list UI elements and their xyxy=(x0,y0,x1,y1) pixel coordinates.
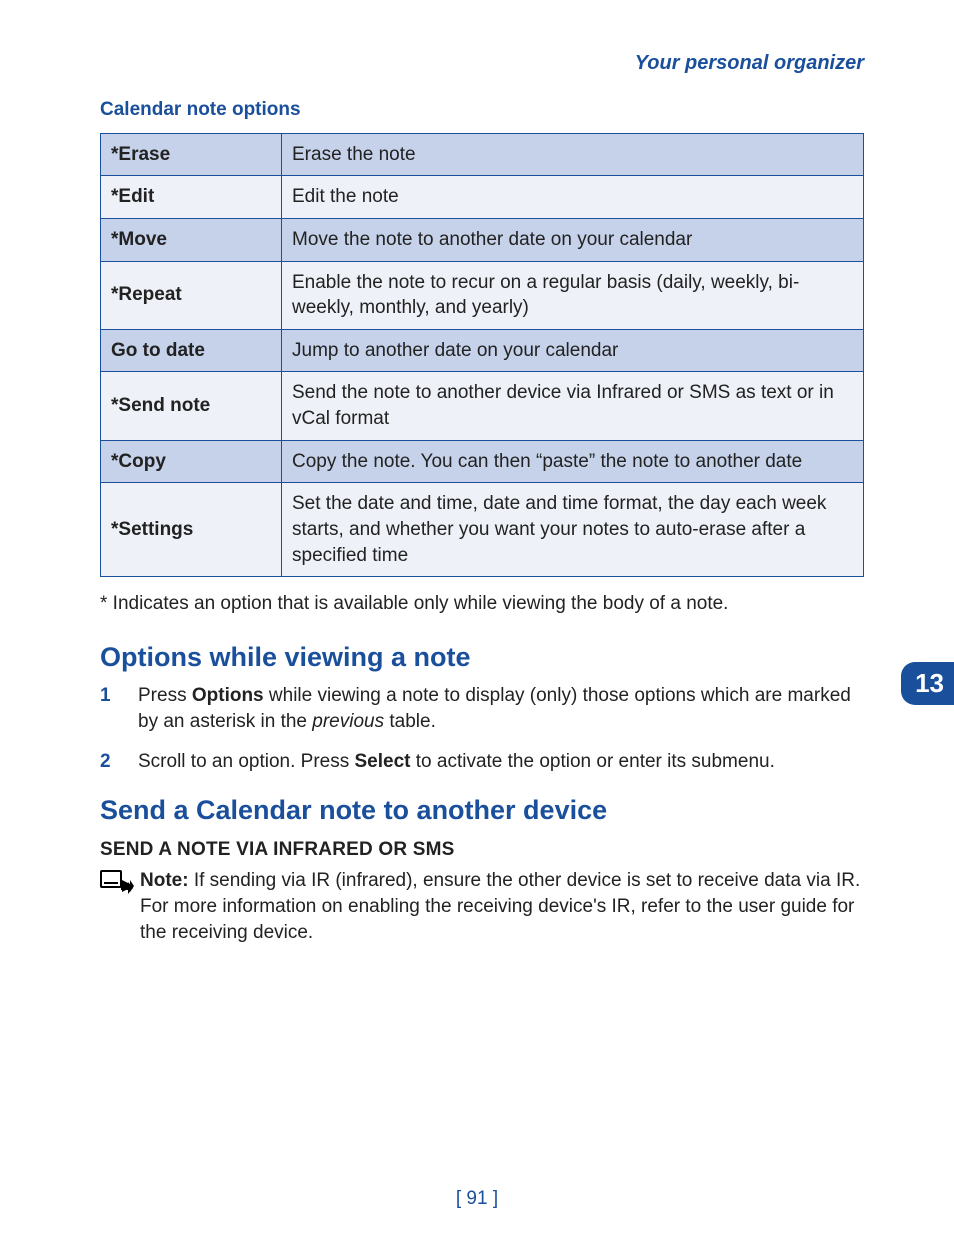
note-text: Note: If sending via IR (infrared), ensu… xyxy=(140,868,864,945)
table-row: *Erase Erase the note xyxy=(101,133,864,176)
option-desc: Enable the note to recur on a regular ba… xyxy=(282,261,864,329)
options-table: *Erase Erase the note *Edit Edit the not… xyxy=(100,133,864,578)
list-item: 2 Scroll to an option. Press Select to a… xyxy=(100,749,864,775)
table-row: *Settings Set the date and time, date an… xyxy=(101,483,864,577)
option-desc: Jump to another date on your calendar xyxy=(282,329,864,372)
step-number: 1 xyxy=(100,683,138,734)
option-name: *Erase xyxy=(101,133,282,176)
option-name: *Repeat xyxy=(101,261,282,329)
step-text: Scroll to an option. Press Select to act… xyxy=(138,749,864,775)
option-desc: Set the date and time, date and time for… xyxy=(282,483,864,577)
chapter-tab: 13 xyxy=(901,662,954,705)
table-row: *Edit Edit the note xyxy=(101,176,864,219)
option-name: *Settings xyxy=(101,483,282,577)
steps-list: 1 Press Options while viewing a note to … xyxy=(100,683,864,774)
table-footnote: * Indicates an option that is available … xyxy=(100,591,740,617)
option-desc: Move the note to another date on your ca… xyxy=(282,218,864,261)
step-text: Press Options while viewing a note to di… xyxy=(138,683,864,734)
option-name: Go to date xyxy=(101,329,282,372)
table-row: *Move Move the note to another date on y… xyxy=(101,218,864,261)
note-block: Note: If sending via IR (infrared), ensu… xyxy=(100,868,864,945)
section-heading-send: Send a Calendar note to another device xyxy=(100,792,864,828)
option-desc: Send the note to another device via Infr… xyxy=(282,372,864,440)
list-item: 1 Press Options while viewing a note to … xyxy=(100,683,864,734)
table-row: Go to date Jump to another date on your … xyxy=(101,329,864,372)
option-name: *Move xyxy=(101,218,282,261)
option-name: *Copy xyxy=(101,440,282,483)
section-heading-options: Options while viewing a note xyxy=(100,639,864,675)
option-desc: Erase the note xyxy=(282,133,864,176)
option-desc: Edit the note xyxy=(282,176,864,219)
table-title: Calendar note options xyxy=(100,97,864,123)
step-number: 2 xyxy=(100,749,138,775)
note-send-icon xyxy=(100,868,140,898)
running-header: Your personal organizer xyxy=(100,50,864,77)
option-name: *Send note xyxy=(101,372,282,440)
page-number: [ 91 ] xyxy=(0,1186,954,1212)
sub-heading: SEND A NOTE VIA INFRARED OR SMS xyxy=(100,837,864,863)
option-desc: Copy the note. You can then “paste” the … xyxy=(282,440,864,483)
option-name: *Edit xyxy=(101,176,282,219)
table-row: *Copy Copy the note. You can then “paste… xyxy=(101,440,864,483)
table-row: *Send note Send the note to another devi… xyxy=(101,372,864,440)
table-row: *Repeat Enable the note to recur on a re… xyxy=(101,261,864,329)
